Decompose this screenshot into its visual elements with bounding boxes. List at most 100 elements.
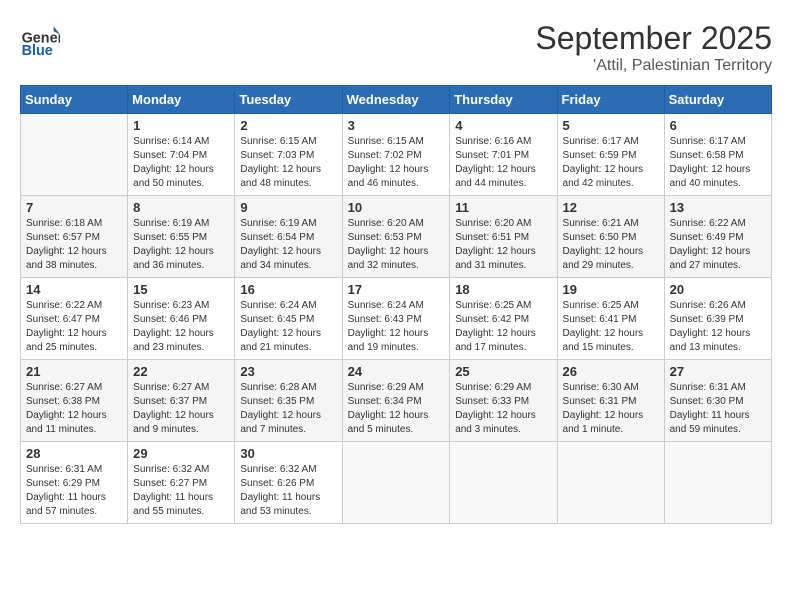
header-friday: Friday bbox=[557, 86, 664, 114]
header-monday: Monday bbox=[128, 86, 235, 114]
day-info: Sunrise: 6:24 AMSunset: 6:43 PMDaylight:… bbox=[348, 299, 445, 355]
calendar-day-cell: 5 Sunrise: 6:17 AMSunset: 6:59 PMDaylight… bbox=[557, 114, 664, 196]
calendar-day-cell: 4 Sunrise: 6:16 AMSunset: 7:01 PMDaylight… bbox=[450, 114, 557, 196]
calendar-day-cell: 19 Sunrise: 6:25 AMSunset: 6:41 PMDayligh… bbox=[557, 278, 664, 360]
day-info: Sunrise: 6:15 AMSunset: 7:02 PMDaylight:… bbox=[348, 135, 445, 191]
calendar-table: SundayMondayTuesdayWednesdayThursdayFrid… bbox=[20, 85, 772, 524]
day-info: Sunrise: 6:32 AMSunset: 6:26 PMDaylight:… bbox=[240, 463, 336, 519]
day-info: Sunrise: 6:28 AMSunset: 6:35 PMDaylight:… bbox=[240, 381, 336, 437]
calendar-week-row: 7Sunrise: 6:18 AMSunset: 6:57 PMDaylight… bbox=[21, 196, 772, 278]
day-info: Sunrise: 6:31 AMSunset: 6:29 PMDaylight:… bbox=[26, 463, 122, 519]
day-number: 15 bbox=[133, 282, 229, 297]
calendar-day-cell: 27 Sunrise: 6:31 AMSunset: 6:30 PMDayligh… bbox=[664, 360, 771, 442]
day-number: 12 bbox=[563, 200, 659, 215]
calendar-week-row: 21 Sunrise: 6:27 AMSunset: 6:38 PMDayligh… bbox=[21, 360, 772, 442]
calendar-day-cell: 24 Sunrise: 6:29 AMSunset: 6:34 PMDayligh… bbox=[342, 360, 450, 442]
header-wednesday: Wednesday bbox=[342, 86, 450, 114]
day-info: Sunrise: 6:25 AMSunset: 6:42 PMDaylight:… bbox=[455, 299, 551, 355]
day-number: 5 bbox=[563, 118, 659, 133]
calendar-day-cell: 26 Sunrise: 6:30 AMSunset: 6:31 PMDayligh… bbox=[557, 360, 664, 442]
day-info: Sunrise: 6:20 AMSunset: 6:51 PMDaylight:… bbox=[455, 217, 551, 273]
day-number: 22 bbox=[133, 364, 229, 379]
calendar-day-cell bbox=[557, 442, 664, 524]
day-info: Sunrise: 6:27 AMSunset: 6:38 PMDaylight:… bbox=[26, 381, 122, 437]
day-number: 21 bbox=[26, 364, 122, 379]
calendar-day-cell bbox=[342, 442, 450, 524]
day-info: Sunrise: 6:19 AMSunset: 6:55 PMDaylight:… bbox=[133, 217, 229, 273]
day-info: Sunrise: 6:19 AMSunset: 6:54 PMDaylight:… bbox=[240, 217, 336, 273]
calendar-day-cell: 28 Sunrise: 6:31 AMSunset: 6:29 PMDayligh… bbox=[21, 442, 128, 524]
day-number: 10 bbox=[348, 200, 445, 215]
calendar-day-cell: 15 Sunrise: 6:23 AMSunset: 6:46 PMDayligh… bbox=[128, 278, 235, 360]
day-number: 16 bbox=[240, 282, 336, 297]
page-header: General Blue September 2025 'Attil, Pale… bbox=[20, 20, 772, 75]
day-number: 19 bbox=[563, 282, 659, 297]
day-number: 17 bbox=[348, 282, 445, 297]
day-number: 4 bbox=[455, 118, 551, 133]
calendar-day-cell: 9 Sunrise: 6:19 AMSunset: 6:54 PMDaylight… bbox=[235, 196, 342, 278]
header-saturday: Saturday bbox=[664, 86, 771, 114]
day-info: Sunrise: 6:18 AMSunset: 6:57 PMDaylight:… bbox=[26, 217, 122, 273]
day-number: 11 bbox=[455, 200, 551, 215]
day-number: 27 bbox=[670, 364, 766, 379]
calendar-day-cell: 2 Sunrise: 6:15 AMSunset: 7:03 PMDaylight… bbox=[235, 114, 342, 196]
calendar-day-cell: 10 Sunrise: 6:20 AMSunset: 6:53 PMDayligh… bbox=[342, 196, 450, 278]
title-block: September 2025 'Attil, Palestinian Terri… bbox=[535, 20, 772, 75]
day-number: 2 bbox=[240, 118, 336, 133]
day-info: Sunrise: 6:25 AMSunset: 6:41 PMDaylight:… bbox=[563, 299, 659, 355]
day-number: 26 bbox=[563, 364, 659, 379]
day-number: 25 bbox=[455, 364, 551, 379]
header-sunday: Sunday bbox=[21, 86, 128, 114]
logo-icon: General Blue bbox=[20, 20, 60, 60]
calendar-day-cell: 3 Sunrise: 6:15 AMSunset: 7:02 PMDaylight… bbox=[342, 114, 450, 196]
day-number: 14 bbox=[26, 282, 122, 297]
calendar-day-cell: 18Sunrise: 6:25 AMSunset: 6:42 PMDayligh… bbox=[450, 278, 557, 360]
calendar-day-cell: 16Sunrise: 6:24 AMSunset: 6:45 PMDayligh… bbox=[235, 278, 342, 360]
day-number: 9 bbox=[240, 200, 336, 215]
location-title: 'Attil, Palestinian Territory bbox=[535, 57, 772, 75]
day-number: 6 bbox=[670, 118, 766, 133]
calendar-day-cell bbox=[21, 114, 128, 196]
calendar-day-cell: 1Sunrise: 6:14 AMSunset: 7:04 PMDaylight… bbox=[128, 114, 235, 196]
calendar-day-cell: 22Sunrise: 6:27 AMSunset: 6:37 PMDayligh… bbox=[128, 360, 235, 442]
day-info: Sunrise: 6:22 AMSunset: 6:47 PMDaylight:… bbox=[26, 299, 122, 355]
calendar-header-row: SundayMondayTuesdayWednesdayThursdayFrid… bbox=[21, 86, 772, 114]
calendar-week-row: 14 Sunrise: 6:22 AMSunset: 6:47 PMDayligh… bbox=[21, 278, 772, 360]
calendar-day-cell: 21 Sunrise: 6:27 AMSunset: 6:38 PMDayligh… bbox=[21, 360, 128, 442]
day-number: 13 bbox=[670, 200, 766, 215]
day-info: Sunrise: 6:20 AMSunset: 6:53 PMDaylight:… bbox=[348, 217, 445, 273]
calendar-day-cell: 20Sunrise: 6:26 AMSunset: 6:39 PMDayligh… bbox=[664, 278, 771, 360]
logo: General Blue bbox=[20, 20, 62, 60]
day-info: Sunrise: 6:23 AMSunset: 6:46 PMDaylight:… bbox=[133, 299, 229, 355]
day-info: Sunrise: 6:21 AMSunset: 6:50 PMDaylight:… bbox=[563, 217, 659, 273]
day-number: 23 bbox=[240, 364, 336, 379]
svg-text:Blue: Blue bbox=[22, 43, 53, 59]
calendar-day-cell: 6 Sunrise: 6:17 AMSunset: 6:58 PMDaylight… bbox=[664, 114, 771, 196]
header-tuesday: Tuesday bbox=[235, 86, 342, 114]
calendar-week-row: 1Sunrise: 6:14 AMSunset: 7:04 PMDaylight… bbox=[21, 114, 772, 196]
day-info: Sunrise: 6:31 AMSunset: 6:30 PMDaylight:… bbox=[670, 381, 766, 437]
calendar-day-cell: 7Sunrise: 6:18 AMSunset: 6:57 PMDaylight… bbox=[21, 196, 128, 278]
day-info: Sunrise: 6:22 AMSunset: 6:49 PMDaylight:… bbox=[670, 217, 766, 273]
day-info: Sunrise: 6:30 AMSunset: 6:31 PMDaylight:… bbox=[563, 381, 659, 437]
day-info: Sunrise: 6:32 AMSunset: 6:27 PMDaylight:… bbox=[133, 463, 229, 519]
day-info: Sunrise: 6:17 AMSunset: 6:59 PMDaylight:… bbox=[563, 135, 659, 191]
month-title: September 2025 bbox=[535, 20, 772, 57]
day-info: Sunrise: 6:16 AMSunset: 7:01 PMDaylight:… bbox=[455, 135, 551, 191]
day-number: 3 bbox=[348, 118, 445, 133]
calendar-day-cell: 17 Sunrise: 6:24 AMSunset: 6:43 PMDayligh… bbox=[342, 278, 450, 360]
day-info: Sunrise: 6:17 AMSunset: 6:58 PMDaylight:… bbox=[670, 135, 766, 191]
day-info: Sunrise: 6:26 AMSunset: 6:39 PMDaylight:… bbox=[670, 299, 766, 355]
day-info: Sunrise: 6:15 AMSunset: 7:03 PMDaylight:… bbox=[240, 135, 336, 191]
day-number: 1 bbox=[133, 118, 229, 133]
day-info: Sunrise: 6:29 AMSunset: 6:34 PMDaylight:… bbox=[348, 381, 445, 437]
day-number: 24 bbox=[348, 364, 445, 379]
calendar-day-cell: 13 Sunrise: 6:22 AMSunset: 6:49 PMDayligh… bbox=[664, 196, 771, 278]
calendar-week-row: 28 Sunrise: 6:31 AMSunset: 6:29 PMDayligh… bbox=[21, 442, 772, 524]
calendar-day-cell: 11 Sunrise: 6:20 AMSunset: 6:51 PMDayligh… bbox=[450, 196, 557, 278]
day-number: 8 bbox=[133, 200, 229, 215]
day-info: Sunrise: 6:29 AMSunset: 6:33 PMDaylight:… bbox=[455, 381, 551, 437]
day-number: 30 bbox=[240, 446, 336, 461]
day-number: 29 bbox=[133, 446, 229, 461]
day-number: 28 bbox=[26, 446, 122, 461]
